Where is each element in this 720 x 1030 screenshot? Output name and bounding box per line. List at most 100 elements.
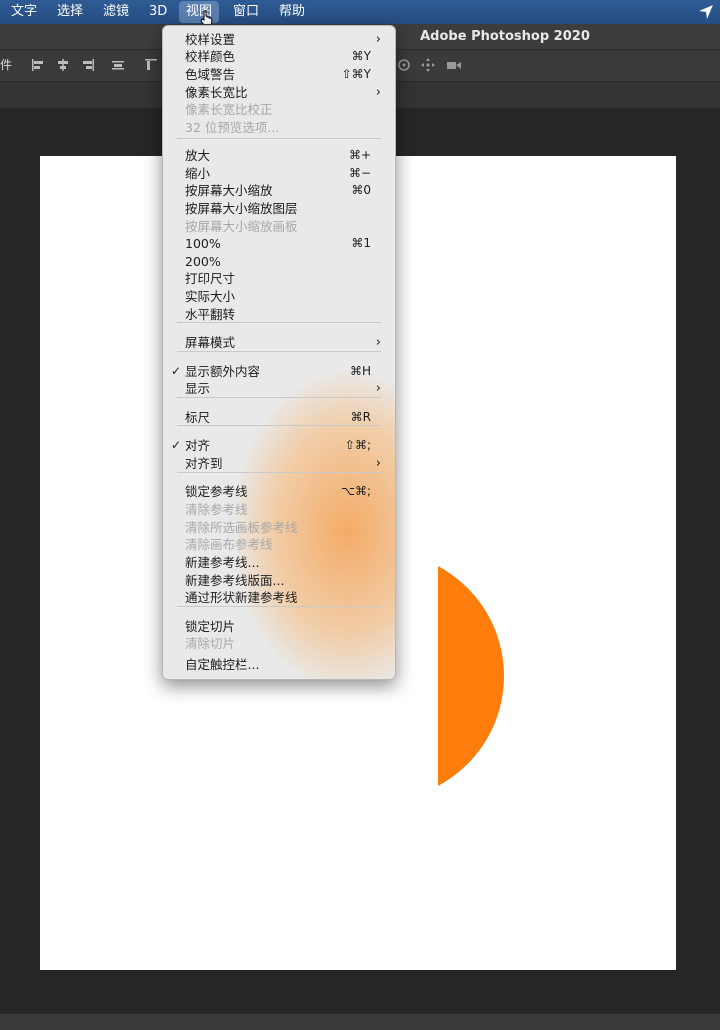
submenu-chevron-icon: › (375, 381, 381, 396)
move-3d-icon[interactable] (396, 57, 412, 73)
menu-item-shortcut: ⌘− (348, 166, 371, 180)
view-menu-item[interactable]: 放大 ⌘+ (163, 147, 395, 164)
status-bar (0, 1014, 720, 1030)
menu-item-shortcut: ⌘1 (351, 236, 371, 250)
menu-help[interactable]: 帮助 (272, 0, 312, 24)
view-menu-item: 像素长宽比校正 (163, 101, 395, 118)
checkmark-icon: ✓ (171, 364, 182, 378)
view-menu-item: 32 位预览选项... (163, 119, 395, 136)
pan-3d-icon[interactable] (420, 57, 436, 73)
view-menu-item[interactable]: 像素长宽比 › (163, 84, 395, 101)
options-label: 件 (0, 58, 13, 72)
view-menu-item[interactable]: 水平翻转 (163, 306, 395, 323)
menu-item-label: 新建参考线版面... (185, 573, 285, 588)
menu-item-label: 按屏幕大小缩放图层 (185, 201, 298, 216)
view-menu-item[interactable]: 屏幕模式 › (163, 334, 395, 351)
menu-separator (177, 397, 381, 398)
view-menu-item[interactable]: 自定触控栏... (163, 656, 395, 673)
menu-item-shortcut: ⌘0 (351, 183, 371, 197)
view-menu-item[interactable]: 200% (163, 253, 395, 270)
menu-item-label: 显示 (185, 381, 211, 396)
view-menu-item[interactable]: ✓ 显示额外内容 ⌘H (163, 363, 395, 380)
menu-item-label: 校样设置 (185, 32, 236, 47)
checkmark-icon: ✓ (171, 438, 182, 452)
menu-3d[interactable]: 3D (142, 0, 174, 24)
view-menu-item: 按屏幕大小缩放画板 (163, 218, 395, 235)
menu-item-label: 通过形状新建参考线 (185, 590, 298, 605)
view-menu-item[interactable]: 锁定参考线 ⌥⌘; (163, 483, 395, 500)
view-menu-item[interactable]: 打印尺寸 (163, 270, 395, 287)
view-menu-item[interactable]: 按屏幕大小缩放图层 (163, 200, 395, 217)
view-menu-item[interactable]: 实际大小 (163, 288, 395, 305)
menu-item-label: 像素长宽比 (185, 85, 248, 100)
view-menu-item[interactable]: 通过形状新建参考线 (163, 589, 395, 606)
menu-item-label: 200% (185, 254, 221, 269)
location-arrow-icon[interactable] (698, 4, 714, 20)
submenu-chevron-icon: › (375, 32, 381, 47)
menu-item-label: 水平翻转 (185, 307, 236, 322)
view-menu-item[interactable]: 校样颜色 ⌘Y (163, 48, 395, 65)
view-menu-item[interactable]: 校样设置 › (163, 31, 395, 48)
menu-window[interactable]: 窗口 (226, 0, 266, 24)
view-menu-item[interactable]: 按屏幕大小缩放 ⌘0 (163, 182, 395, 199)
submenu-chevron-icon: › (375, 335, 381, 350)
menu-item-shortcut: ⌘H (349, 364, 371, 378)
menu-item-label: 按屏幕大小缩放 (185, 183, 273, 198)
menu-item-label: 锁定切片 (185, 619, 236, 634)
menu-item-label: 清除切片 (185, 636, 236, 651)
view-menu-item: 清除切片 (163, 635, 395, 652)
menu-item-label: 校样颜色 (185, 49, 236, 64)
menu-separator (177, 606, 381, 607)
view-menu-item[interactable]: 显示 › (163, 380, 395, 397)
align-top-icon[interactable] (143, 57, 159, 73)
view-menu-item[interactable]: ✓ 对齐 ⇧⌘; (163, 437, 395, 454)
menu-item-label: 打印尺寸 (185, 271, 236, 286)
menu-separator (177, 472, 381, 473)
menu-item-label: 屏幕模式 (185, 335, 236, 350)
menu-item-label: 对齐 (185, 438, 211, 453)
distribute-icon[interactable] (110, 57, 126, 73)
align-center-icon[interactable] (55, 57, 71, 73)
view-menu-item[interactable]: 色域警告 ⇧⌘Y (163, 66, 395, 83)
align-right-icon[interactable] (80, 57, 96, 73)
menu-item-label: 32 位预览选项... (185, 120, 280, 135)
menu-item-label: 清除画布参考线 (185, 537, 273, 552)
menu-item-shortcut: ⇧⌘; (344, 438, 371, 452)
menu-item-shortcut: ⌥⌘; (341, 484, 371, 498)
menu-item-label: 对齐到 (185, 456, 223, 471)
view-menu-item[interactable]: 锁定切片 (163, 618, 395, 635)
view-menu-item: 清除所选画板参考线 (163, 519, 395, 536)
orange-circle-shape[interactable] (438, 551, 568, 801)
orange-circle-fill (438, 551, 504, 801)
menu-item-label: 实际大小 (185, 289, 236, 304)
menu-text[interactable]: 文字 (4, 0, 44, 24)
menu-item-label: 缩小 (185, 166, 211, 181)
video-camera-icon[interactable] (446, 57, 462, 73)
menu-item-shortcut: ⌘+ (348, 148, 371, 162)
menu-bar: 文字 选择 滤镜 3D 视图 窗口 帮助 (0, 0, 720, 27)
align-left-icon[interactable] (30, 57, 46, 73)
view-menu-item[interactable]: 缩小 ⌘− (163, 165, 395, 182)
view-menu-item[interactable]: 新建参考线版面... (163, 572, 395, 589)
view-menu-item[interactable]: 新建参考线... (163, 554, 395, 571)
view-menu-item[interactable]: 对齐到 › (163, 455, 395, 472)
menu-item-shortcut: ⌘Y (351, 49, 371, 63)
menu-item-label: 新建参考线... (185, 555, 260, 570)
view-menu-item: 清除参考线 (163, 501, 395, 518)
view-menu-item[interactable]: 100% ⌘1 (163, 235, 395, 252)
menu-item-label: 锁定参考线 (185, 484, 248, 499)
menu-item-label: 自定触控栏... (185, 657, 260, 672)
menu-item-shortcut: ⇧⌘Y (341, 67, 371, 81)
submenu-chevron-icon: › (375, 456, 381, 471)
menu-item-label: 放大 (185, 148, 211, 163)
menu-item-shortcut: ⌘R (350, 410, 371, 424)
menu-separator (177, 138, 381, 139)
view-menu-item[interactable]: 标尺 ⌘R (163, 409, 395, 426)
menu-filter[interactable]: 滤镜 (96, 0, 136, 24)
menu-item-label: 100% (185, 236, 221, 251)
submenu-chevron-icon: › (375, 85, 381, 100)
menu-separator (177, 351, 381, 352)
menu-item-label: 标尺 (185, 410, 211, 425)
menu-select[interactable]: 选择 (50, 0, 90, 24)
view-menu-item: 清除画布参考线 (163, 536, 395, 553)
